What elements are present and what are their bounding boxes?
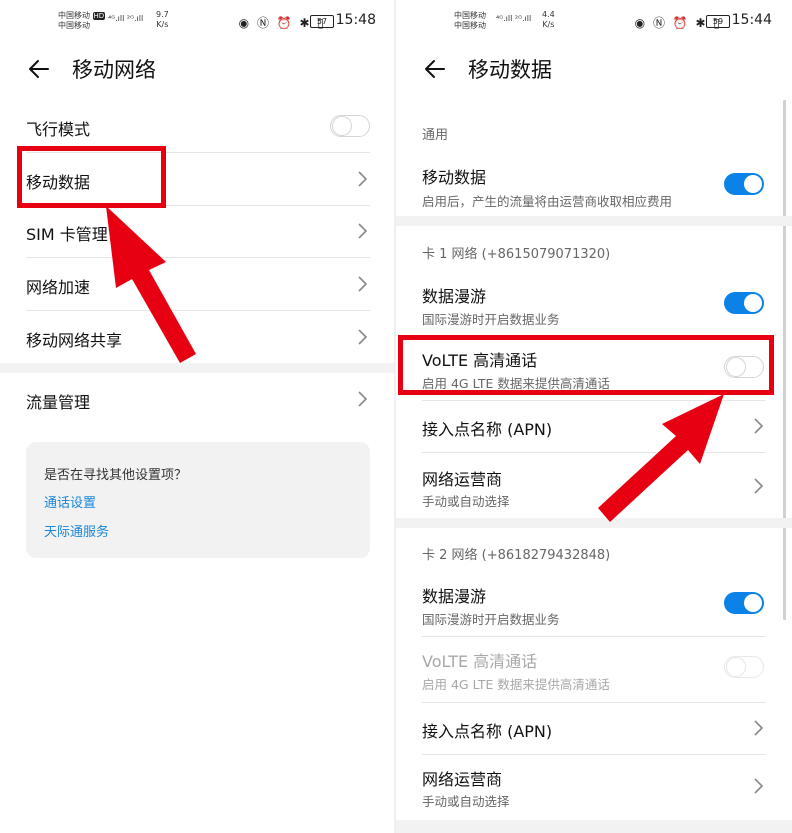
sim2-roaming-toggle[interactable] <box>724 592 764 614</box>
section-gap <box>396 216 792 226</box>
clock: 15:48 <box>335 12 376 28</box>
signal-icon: ⁴ᴳ.ıll ²ᴳ.ıll <box>496 14 532 23</box>
data-usage-row[interactable]: 流量管理 <box>26 376 370 422</box>
airplane-mode-row[interactable]: 飞行模式 <box>26 106 370 146</box>
signal-icon: ⁴ᴳ.ıll ²ᴳ.ıll <box>108 14 144 23</box>
sim2-section-label: 卡 2 网络 (+8618279432848) <box>422 548 611 563</box>
chevron-right-icon <box>754 720 764 736</box>
carrier-2: 中国移动 <box>58 21 90 30</box>
suggestion-card: 是否在寻找其他设置项？ 通话设置 天际通服务 <box>26 442 370 558</box>
divider <box>422 636 766 637</box>
sim1-roaming-row[interactable]: 数据漫游 国际漫游时开启数据业务 <box>422 280 766 336</box>
battery-icon: 57 <box>310 15 334 28</box>
mobile-data-toggle[interactable] <box>724 173 764 195</box>
sim1-roaming-label: 数据漫游 <box>422 287 487 306</box>
chevron-right-icon <box>358 391 368 407</box>
network-acceleration-label: 网络加速 <box>26 278 91 297</box>
status-bar: 中国移动 中国移动 ⁴ᴳ.ıll ²ᴳ.ıll 4.4 K/s ◉ Ⓝ ⏰ ✱ … <box>396 0 792 44</box>
highlight-box <box>17 146 166 208</box>
sim2-volte-label: VoLTE 高清通话 <box>422 652 538 671</box>
chevron-right-icon <box>754 418 764 434</box>
carrier-1: 中国移动 <box>454 11 486 20</box>
chevron-right-icon <box>358 329 368 345</box>
right-phone-screen: 中国移动 中国移动 ⁴ᴳ.ıll ²ᴳ.ıll 4.4 K/s ◉ Ⓝ ⏰ ✱ … <box>396 0 792 833</box>
page-header: 移动网络 <box>0 50 396 90</box>
airplane-mode-toggle[interactable] <box>330 115 370 137</box>
page-title: 移动网络 <box>72 58 156 82</box>
data-usage-label: 流量管理 <box>26 393 91 412</box>
skytone-service-link[interactable]: 天际通服务 <box>44 521 109 540</box>
sim2-roaming-row[interactable]: 数据漫游 国际漫游时开启数据业务 <box>422 580 766 636</box>
airplane-mode-label: 飞行模式 <box>26 120 91 139</box>
chevron-right-icon <box>358 171 368 187</box>
clock: 15:44 <box>731 12 772 28</box>
suggestion-title: 是否在寻找其他设置项？ <box>44 468 188 483</box>
sim2-volte-description: 启用 4G LTE 数据来提供高清通话 <box>422 677 610 692</box>
carrier-1: 中国移动 <box>58 11 90 20</box>
sim2-apn-label: 接入点名称 (APN) <box>422 722 553 741</box>
sim2-apn-row[interactable]: 接入点名称 (APN) <box>422 706 766 754</box>
sim2-volte-toggle[interactable] <box>724 656 764 678</box>
sim1-roaming-toggle[interactable] <box>724 292 764 314</box>
sim1-apn-label: 接入点名称 (APN) <box>422 420 553 439</box>
sim2-carrier-label: 网络运营商 <box>422 770 503 789</box>
mobile-data-description: 启用后，产生的流量将由运营商收取相应费用 <box>422 194 673 209</box>
back-arrow-icon[interactable] <box>422 56 448 82</box>
sim2-roaming-description: 国际漫游时开启数据业务 <box>422 612 560 627</box>
chevron-right-icon <box>358 223 368 239</box>
left-phone-screen: 中国移动 HD 中国移动 ⁴ᴳ.ıll ²ᴳ.ıll 9.7 K/s ◉ Ⓝ ⏰… <box>0 0 396 833</box>
mobile-data-label: 移动数据 <box>422 168 487 187</box>
sim1-carrier-label: 网络运营商 <box>422 470 503 489</box>
sim2-volte-row[interactable]: VoLTE 高清通话 启用 4G LTE 数据来提供高清通话 <box>422 644 766 700</box>
sim1-carrier-description: 手动或自动选择 <box>422 494 510 509</box>
hd-badge: HD <box>92 12 106 20</box>
sim2-roaming-label: 数据漫游 <box>422 587 487 606</box>
divider <box>422 702 766 703</box>
section-gap <box>396 820 792 833</box>
sim2-carrier-row[interactable]: 网络运营商 手动或自动选择 <box>422 758 766 814</box>
chevron-right-icon <box>358 276 368 292</box>
highlight-box <box>398 335 774 395</box>
chevron-right-icon <box>754 478 764 494</box>
mobile-data-row[interactable]: 移动数据 启用后，产生的流量将由运营商收取相应费用 <box>422 160 766 216</box>
scrollbar[interactable] <box>783 100 786 620</box>
page-title: 移动数据 <box>468 58 552 82</box>
sim2-carrier-description: 手动或自动选择 <box>422 794 510 809</box>
divider <box>422 754 766 755</box>
back-arrow-icon[interactable] <box>26 56 52 82</box>
carrier-names: 中国移动 HD 中国移动 <box>58 11 106 31</box>
red-arrow-annotation <box>598 394 724 522</box>
carrier-2: 中国移动 <box>454 21 486 30</box>
red-arrow-annotation <box>106 206 196 363</box>
status-bar: 中国移动 HD 中国移动 ⁴ᴳ.ıll ²ᴳ.ıll 9.7 K/s ◉ Ⓝ ⏰… <box>0 0 396 44</box>
battery-icon: 59 <box>706 15 730 28</box>
general-section-label: 通用 <box>422 128 449 143</box>
network-speed: 9.7 K/s <box>156 10 169 29</box>
sim1-roaming-description: 国际漫游时开启数据业务 <box>422 312 560 327</box>
sim1-section-label: 卡 1 网络 (+8615079071320) <box>422 247 611 262</box>
carrier-names: 中国移动 中国移动 <box>454 11 486 31</box>
chevron-right-icon <box>754 778 764 794</box>
call-settings-link[interactable]: 通话设置 <box>44 492 96 511</box>
page-header: 移动数据 <box>396 50 792 90</box>
network-speed: 4.4 K/s <box>542 10 555 29</box>
